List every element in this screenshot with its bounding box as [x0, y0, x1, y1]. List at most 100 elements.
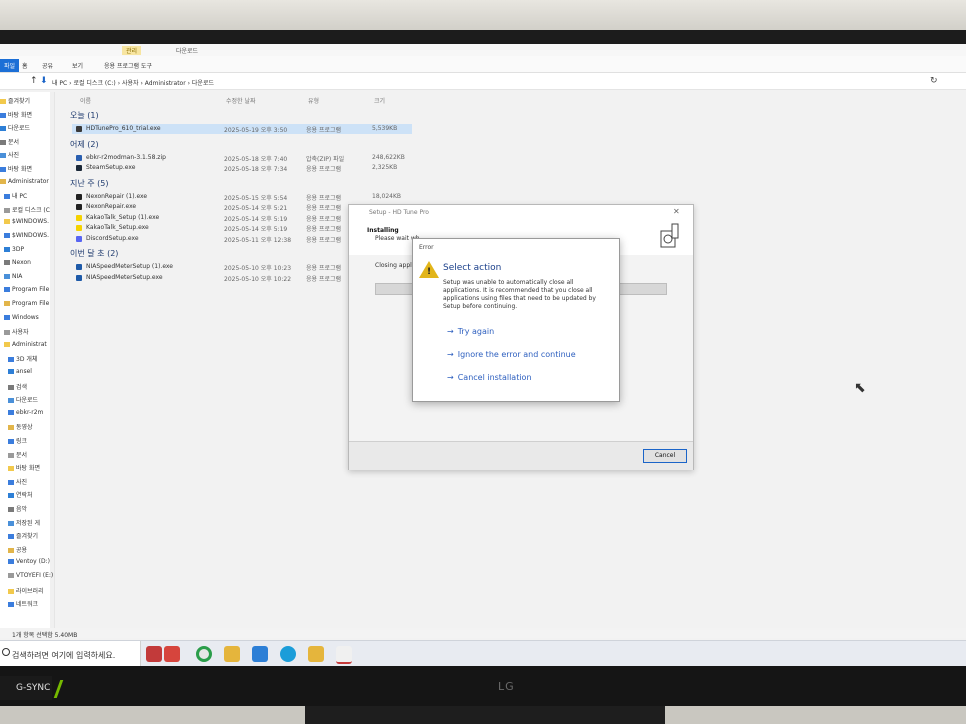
nav-item[interactable]: ebkr-r2m	[8, 409, 43, 416]
edge-icon[interactable]	[280, 646, 296, 662]
nav-item[interactable]: 즐겨찾기	[8, 531, 38, 540]
nav-item[interactable]: 바탕 화면	[8, 463, 40, 472]
nav-item[interactable]: Windows	[4, 314, 39, 321]
nav-item[interactable]: 사용자	[4, 327, 29, 336]
nav-item[interactable]: 바탕 화면	[0, 110, 32, 119]
refresh-icon[interactable]: ↻	[930, 76, 938, 86]
close-icon[interactable]: ✕	[673, 207, 680, 216]
folder-icon	[8, 369, 14, 374]
folder-icon	[8, 588, 14, 594]
column-size[interactable]: 크기	[374, 96, 385, 105]
tab-file[interactable]: 파일	[0, 59, 20, 72]
file-name: ebkr-r2modman-3.1.58.zip	[86, 153, 166, 161]
folder-icon	[4, 194, 10, 200]
nav-item[interactable]: 즐겨찾기	[0, 96, 30, 105]
gsync-label: G-SYNC	[16, 683, 51, 693]
nav-item[interactable]: 3DP	[4, 246, 24, 253]
folder-icon[interactable]	[224, 646, 240, 662]
nav-item[interactable]: 네트워크	[8, 599, 38, 608]
up-arrow-icon[interactable]: ↑	[30, 76, 38, 86]
folder-icon	[8, 466, 14, 472]
nav-item[interactable]: Program File	[4, 286, 49, 293]
breadcrumb[interactable]: 내 PC › 로컬 디스크 (C:) › 사용자 › Administrator…	[52, 78, 214, 87]
file-group-header[interactable]: 어제 (2)	[70, 139, 99, 150]
nav-item[interactable]: 사진	[8, 477, 27, 486]
monitor-bezel-bottom	[0, 666, 966, 706]
column-type[interactable]: 유형	[308, 96, 319, 105]
nav-item[interactable]: 문서	[8, 450, 27, 459]
file-type: 응용 프로그램	[306, 194, 342, 202]
setup-app-icon[interactable]	[336, 646, 352, 664]
nav-item[interactable]: 검색	[8, 382, 27, 391]
file-row[interactable]: NexonRepair (1).exe 2025-05-15 오후 5:54 응용 …	[72, 192, 412, 202]
nav-item[interactable]: 연락처	[8, 490, 33, 499]
nav-item[interactable]: 다운로드	[8, 395, 38, 404]
nav-item[interactable]: 공용	[8, 545, 27, 554]
nav-item[interactable]: 링크	[8, 436, 27, 445]
column-date[interactable]: 수정한 날짜	[226, 96, 256, 105]
nav-item-label: 링크	[16, 438, 28, 445]
taskbar-search-box[interactable]: 검색하려면 여기에 입력하세요.	[0, 641, 141, 666]
file-group-header[interactable]: 지난 주 (5)	[70, 178, 109, 189]
nav-item-label: ebkr-r2m	[16, 408, 44, 416]
nav-item[interactable]: 동영상	[8, 422, 33, 431]
tab-app-tools[interactable]: 응용 프로그램 도구	[104, 61, 152, 70]
column-name[interactable]: 이름	[80, 96, 91, 105]
file-group-header[interactable]: 오늘 (1)	[70, 110, 99, 121]
crumb-this-pc[interactable]: 내 PC	[52, 80, 67, 87]
tab-view[interactable]: 보기	[72, 61, 83, 70]
nav-item[interactable]: 문서	[0, 137, 19, 146]
folder-icon	[4, 314, 10, 320]
nav-item[interactable]: Administrat	[4, 341, 47, 348]
tab-share[interactable]: 공유	[42, 61, 53, 70]
crumb-downloads[interactable]: 다운로드	[192, 80, 214, 87]
try-again-option[interactable]: → Try again	[447, 327, 494, 336]
nav-item[interactable]: $WINDOWS.	[4, 232, 49, 239]
nav-item[interactable]: $WINDOWS.	[4, 218, 49, 225]
gsync-badge: G-SYNC	[0, 676, 64, 700]
file-row[interactable]: SteamSetup.exe 2025-05-18 오후 7:34 응용 프로그램 2…	[72, 163, 412, 173]
folder-icon[interactable]	[308, 646, 324, 662]
nav-item[interactable]: NIA	[4, 273, 22, 280]
nav-item[interactable]: 로컬 디스크 (C	[4, 205, 50, 214]
nav-item[interactable]: 저장된 게	[8, 518, 40, 527]
nav-item[interactable]: 음악	[8, 504, 27, 513]
store-icon[interactable]	[252, 646, 268, 662]
nav-item-label: 문서	[8, 138, 20, 146]
nav-item[interactable]: VTOYEFI (E:)	[8, 572, 53, 579]
nav-item[interactable]: 라이브러리	[8, 586, 44, 595]
nav-item[interactable]: 사진	[0, 150, 19, 159]
nav-item[interactable]: Nexon	[4, 259, 31, 266]
flowers-icon[interactable]	[146, 646, 162, 662]
nav-item-label: 바탕 화면	[8, 111, 32, 119]
nav-item[interactable]: 다운로드	[0, 123, 30, 132]
setup-footer	[349, 441, 693, 470]
cancel-installation-option[interactable]: → Cancel installation	[447, 373, 532, 382]
file-icon	[76, 154, 82, 161]
crumb-local-disk[interactable]: 로컬 디스크 (C:)	[73, 80, 115, 87]
nav-item[interactable]: Ventoy (D:)	[8, 558, 50, 565]
nav-item[interactable]: ansel	[8, 368, 32, 375]
nav-item-label: VTOYEFI (E:)	[16, 572, 54, 579]
tab-manage[interactable]: 관리	[122, 46, 142, 55]
file-icon	[76, 235, 82, 242]
nav-item[interactable]: Program File	[4, 300, 49, 307]
crumb-administrator[interactable]: Administrator	[145, 80, 186, 87]
tab-home[interactable]: 홈	[22, 61, 28, 70]
address-bar[interactable]: ↑ ⬇ 내 PC › 로컬 디스크 (C:) › 사용자 › Administr…	[0, 73, 966, 90]
file-group-header[interactable]: 이번 달 초 (2)	[70, 248, 118, 259]
file-row[interactable]: ebkr-r2modman-3.1.58.zip 2025-05-18 오후 7:…	[72, 153, 412, 163]
file-size: 2,325KB	[372, 164, 398, 171]
file-row[interactable]: HDTunePro_610_trial.exe 2025-05-19 오후 3:5…	[72, 124, 412, 134]
nav-scrollbar[interactable]	[50, 92, 54, 632]
cancel-button[interactable]: Cancel	[643, 449, 687, 463]
chrome-icon[interactable]	[196, 646, 212, 662]
flowers-icon[interactable]	[164, 646, 180, 662]
nav-item[interactable]: Administrator	[0, 178, 49, 185]
crumb-users[interactable]: 사용자	[122, 80, 139, 87]
folder-icon	[4, 260, 10, 266]
nav-item[interactable]: 내 PC	[4, 191, 27, 200]
nav-item[interactable]: 3D 개체	[8, 354, 37, 363]
ignore-error-option[interactable]: → Ignore the error and continue	[447, 350, 576, 359]
nav-item[interactable]: 바탕 화면	[0, 164, 32, 173]
